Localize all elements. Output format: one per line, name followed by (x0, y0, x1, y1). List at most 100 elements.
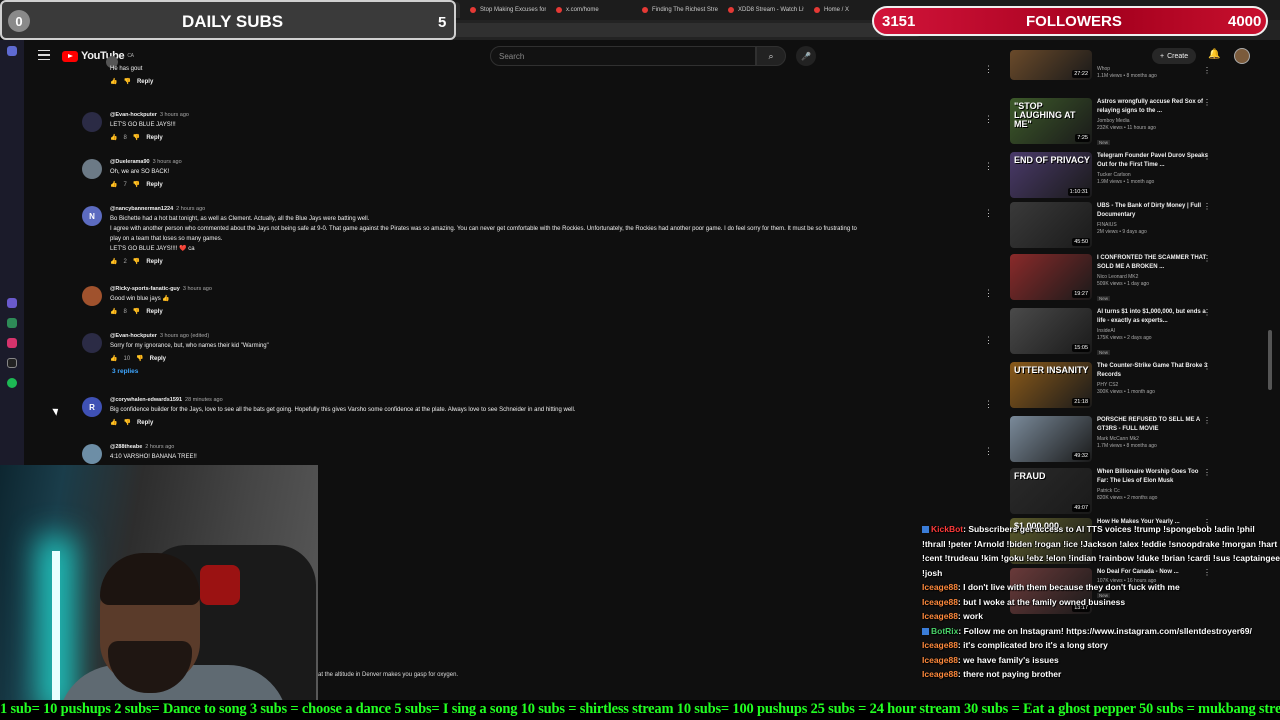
comment-time[interactable]: 2 hours ago (145, 444, 174, 450)
comment-avatar[interactable] (82, 159, 102, 179)
video-more-icon[interactable]: ⋮ (1203, 254, 1211, 263)
more-options-icon[interactable]: ⋮ (984, 114, 993, 125)
video-channel[interactable]: FINAIUS (1097, 222, 1209, 228)
view-replies-button[interactable]: 3 replies (112, 368, 990, 375)
video-card[interactable]: 19:27 I CONFRONTED THE SCAMMER THAT SOLD … (1008, 254, 1218, 304)
video-channel[interactable]: Jomboy Media (1097, 118, 1209, 124)
reply-button[interactable]: Reply (146, 259, 162, 265)
video-channel[interactable]: Nico Leonard MK2 (1097, 274, 1209, 280)
video-more-icon[interactable]: ⋮ (1203, 416, 1211, 425)
thumbs-down-icon[interactable]: 👎 (133, 134, 140, 141)
spotify-icon[interactable] (7, 378, 17, 388)
video-title[interactable]: Telegram Founder Pavel Durov Speaks Out … (1097, 152, 1209, 170)
chat-username[interactable]: Iceage88 (922, 669, 958, 679)
video-card[interactable]: UTTER INSANITY 21:18 The Counter-Strike Ga… (1008, 362, 1218, 412)
video-channel[interactable]: Patrick Cc (1097, 488, 1209, 494)
thumbs-up-icon[interactable]: 👍 (110, 134, 117, 141)
video-more-icon[interactable]: ⋮ (1203, 202, 1211, 211)
video-thumbnail[interactable]: 15:05 (1010, 308, 1092, 354)
video-more-icon[interactable]: ⋮ (1203, 98, 1211, 107)
thumbs-down-icon[interactable]: 👎 (133, 181, 140, 188)
video-card[interactable]: 49:32 PORSCHE REFUSED TO SELL ME A GT3RS … (1008, 416, 1218, 466)
comment-avatar[interactable] (82, 112, 102, 132)
comment-time[interactable]: 3 hours ago (183, 286, 212, 292)
reply-button[interactable]: Reply (150, 356, 166, 362)
reply-button[interactable]: Reply (146, 182, 162, 188)
thumbs-up-icon[interactable]: 👍 (110, 258, 117, 265)
thumbs-up-icon[interactable]: 👍 (110, 308, 117, 315)
more-options-icon[interactable]: ⋮ (984, 161, 993, 172)
video-card[interactable]: FRAUD 49:07 When Billionaire Worship Goes … (1008, 468, 1218, 518)
video-thumbnail[interactable]: "STOP LAUGHING AT ME" 7:25 (1010, 98, 1092, 144)
kick-icon[interactable] (7, 298, 17, 308)
video-channel[interactable]: Tucker Carlson (1097, 172, 1209, 178)
video-thumbnail[interactable]: END OF PRIVACY 1:10:31 (1010, 152, 1092, 198)
chat-username[interactable]: Iceage88 (922, 611, 958, 621)
video-title[interactable]: When Billionaire Worship Goes Too Far: T… (1097, 468, 1209, 486)
chat-username[interactable]: Iceage88 (922, 597, 958, 607)
thumbs-up-icon[interactable]: 👍 (110, 181, 117, 188)
reply-button[interactable]: Reply (146, 309, 162, 315)
video-card[interactable]: END OF PRIVACY 1:10:31 Telegram Founder Pa… (1008, 152, 1218, 202)
chat-username[interactable]: Iceage88 (922, 655, 958, 665)
comment-author[interactable]: @corywhalen-edwards1591 28 minutes ago (110, 397, 990, 403)
thumbs-down-icon[interactable]: 👎 (133, 258, 140, 265)
hamburger-menu-icon[interactable] (38, 50, 50, 60)
app-icon[interactable] (7, 318, 17, 328)
video-thumbnail[interactable]: 19:27 (1010, 254, 1092, 300)
video-card[interactable]: 15:05 AI turns $1 into $1,000,000, but en… (1008, 308, 1218, 358)
reply-button[interactable]: Reply (146, 135, 162, 141)
workspace-icon[interactable] (7, 46, 17, 56)
comment-author[interactable]: @Duelerama90 3 hours ago (110, 159, 990, 165)
thumbs-up-icon[interactable]: 👍 (110, 419, 117, 426)
video-thumbnail[interactable]: 45:50 (1010, 202, 1092, 248)
video-card[interactable]: 45:50 UBS - The Bank of Dirty Money | Ful… (1008, 202, 1218, 252)
browser-tab[interactable]: XDD8 Stream - Watch Liv... (722, 2, 804, 18)
thumbs-up-icon[interactable]: 👍 (110, 355, 117, 362)
reply-button[interactable]: Reply (137, 79, 153, 85)
more-options-icon[interactable]: ⋮ (984, 446, 993, 457)
video-more-icon[interactable]: ⋮ (1203, 308, 1211, 317)
comment-author[interactable]: @Ricky-sports-fanatic-guy 3 hours ago (110, 286, 990, 292)
comment-time[interactable]: 3 hours ago (edited) (160, 333, 209, 339)
thumbs-down-icon[interactable]: 👎 (123, 78, 130, 85)
video-thumbnail[interactable]: FRAUD 49:07 (1010, 468, 1092, 514)
bell-icon[interactable]: 🔔 (1208, 49, 1220, 60)
more-options-icon[interactable]: ⋮ (984, 399, 993, 410)
youtube-logo[interactable]: YouTube CA (62, 50, 134, 62)
thumbs-up-icon[interactable]: 👍 (110, 78, 117, 85)
comment-author[interactable]: @Evan-hockputer 3 hours ago (edited) (110, 333, 990, 339)
comment-author[interactable]: @Evan-hockputer 3 hours ago (110, 112, 990, 118)
comment-avatar[interactable]: N (82, 206, 102, 226)
browser-tab[interactable]: Stop Making Excuses for ... (464, 2, 546, 18)
video-thumbnail[interactable]: UTTER INSANITY 21:18 (1010, 362, 1092, 408)
more-options-icon[interactable]: ⋮ (984, 335, 993, 346)
account-avatar[interactable] (1234, 48, 1250, 64)
chat-username[interactable]: Iceage88 (922, 640, 958, 650)
thumbs-down-icon[interactable]: 👎 (123, 419, 130, 426)
video-card[interactable]: "STOP LAUGHING AT ME" 7:25 Astros wrongful… (1008, 98, 1218, 148)
video-channel[interactable]: Mark McCann Mk2 (1097, 436, 1209, 442)
chat-username[interactable]: BotRix (931, 626, 958, 636)
video-title[interactable]: AI turns $1 into $1,000,000, but ends a … (1097, 308, 1209, 326)
video-thumbnail[interactable]: 49:32 (1010, 416, 1092, 462)
video-channel[interactable]: InsideAI (1097, 328, 1209, 334)
comment-time[interactable]: 3 hours ago (153, 159, 182, 165)
video-channel[interactable]: PHY CS2 (1097, 382, 1209, 388)
video-title[interactable]: I CONFRONTED THE SCAMMER THAT SOLD ME A … (1097, 254, 1209, 272)
video-more-icon[interactable]: ⋮ (1203, 66, 1211, 75)
video-title[interactable]: The Counter-Strike Game That Broke 3 Rec… (1097, 362, 1209, 380)
browser-tab[interactable]: Finding The Richest Stree... (636, 2, 718, 18)
more-options-icon[interactable]: ⋮ (984, 64, 993, 75)
chat-username[interactable]: Iceage88 (922, 582, 958, 592)
create-button[interactable]: + Create (1152, 48, 1197, 64)
comment-time[interactable]: 2 hours ago (176, 206, 205, 212)
comment-author[interactable]: @nancybannerman1224 2 hours ago (110, 206, 990, 212)
reply-button[interactable]: Reply (137, 420, 153, 426)
video-thumbnail[interactable]: 27:22 (1010, 50, 1092, 80)
comment-avatar[interactable]: R (82, 397, 102, 417)
video-title[interactable]: Astros wrongfully accuse Red Sox of rela… (1097, 98, 1209, 116)
video-more-icon[interactable]: ⋮ (1203, 362, 1211, 371)
page-scrollbar[interactable] (1268, 330, 1272, 390)
comment-time[interactable]: 28 minutes ago (185, 397, 223, 403)
